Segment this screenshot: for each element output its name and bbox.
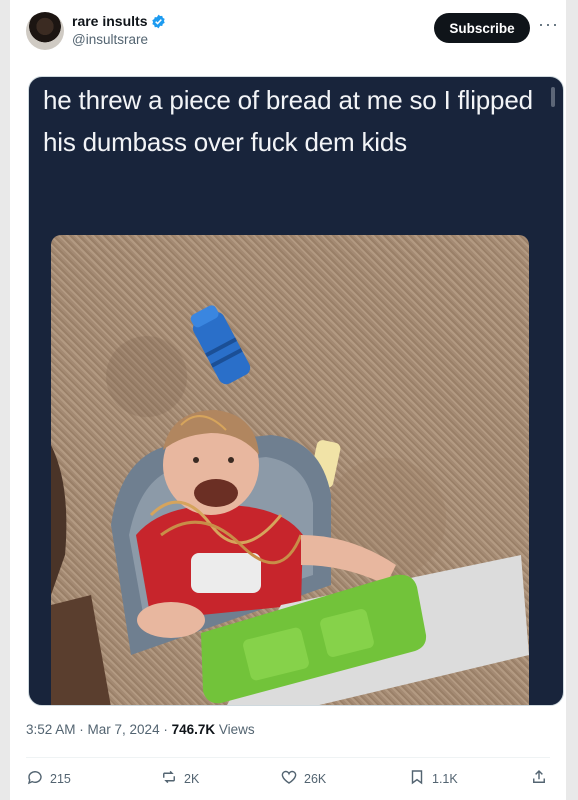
bookmark-count: 1.1K xyxy=(432,771,458,786)
photo-illustration xyxy=(51,305,529,705)
author-display-name[interactable]: rare insults xyxy=(72,13,147,29)
repost-count: 2K xyxy=(184,771,200,786)
bookmark-button[interactable]: 1.1K xyxy=(408,768,458,789)
post-media[interactable]: he threw a piece of bread at me so I fli… xyxy=(28,76,564,706)
like-button[interactable]: 26K xyxy=(280,768,326,789)
scroll-indicator xyxy=(551,87,555,107)
meme-caption: he threw a piece of bread at me so I fli… xyxy=(43,85,533,157)
bookmark-icon xyxy=(408,768,426,789)
action-bar: 215 2K 26K 1.1K xyxy=(10,768,566,790)
reply-button[interactable]: 215 xyxy=(26,768,71,789)
post-date[interactable]: Mar 7, 2024 xyxy=(88,722,160,737)
meta-separator: · xyxy=(75,722,88,737)
author-handle[interactable]: @insultsrare xyxy=(72,32,148,47)
meta-separator: · xyxy=(159,722,172,737)
repost-icon xyxy=(160,768,178,789)
views-count: 746.7K xyxy=(171,722,216,737)
share-button[interactable] xyxy=(530,768,548,789)
verified-badge-icon xyxy=(151,14,166,29)
tweet-card: rare insults @insultsrare Subscribe ··· … xyxy=(10,0,566,800)
toddler-photo[interactable] xyxy=(51,235,529,705)
subscribe-button[interactable]: Subscribe xyxy=(434,13,530,43)
post-time[interactable]: 3:52 AM xyxy=(26,722,76,737)
post-meta: 3:52 AM · Mar 7, 2024 · 746.7K Views xyxy=(26,722,255,737)
reply-icon xyxy=(26,768,44,789)
more-options-icon[interactable]: ··· xyxy=(538,14,559,35)
divider xyxy=(26,757,550,758)
share-icon xyxy=(530,768,548,789)
repost-button[interactable]: 2K xyxy=(160,768,199,789)
views-label: Views xyxy=(215,722,255,737)
reply-count: 215 xyxy=(50,771,71,786)
like-count: 26K xyxy=(304,771,327,786)
avatar[interactable] xyxy=(26,12,64,50)
author-name-row[interactable]: rare insults xyxy=(72,13,166,29)
heart-icon xyxy=(280,768,298,789)
